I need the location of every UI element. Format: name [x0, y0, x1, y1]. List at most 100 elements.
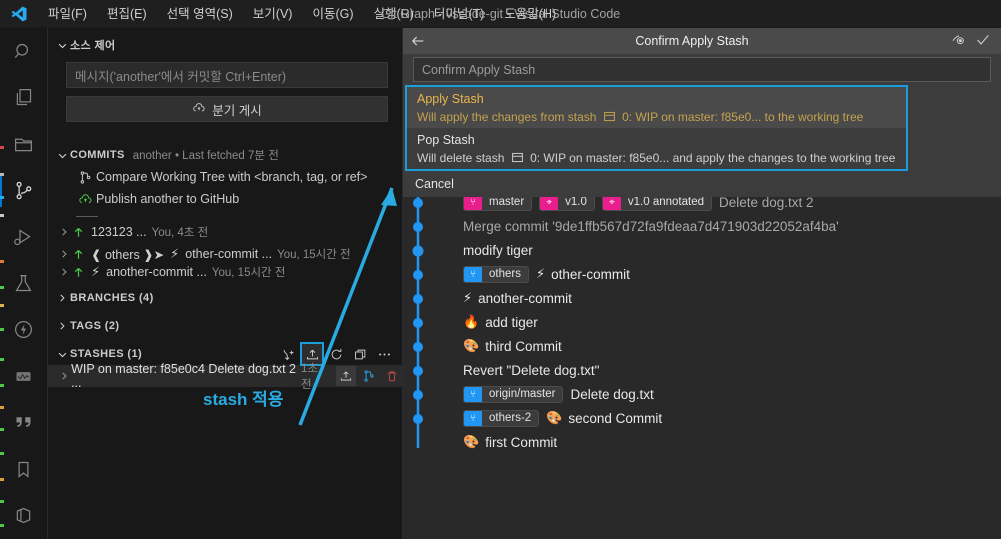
quickpick-option-detail-after: 0: WIP on master: f85e0... and apply the…	[530, 151, 896, 165]
menu-item-go[interactable]: 이동(G)	[302, 3, 363, 25]
commit-row[interactable]: Merge commit '9de1ffb567d72fa9fdeaa7d471…	[463, 214, 839, 238]
commit-row[interactable]: ⑂ others-2 🎨 second Commit	[463, 406, 662, 430]
fire-emoji: 🔥	[463, 314, 480, 329]
search-icon[interactable]	[0, 28, 48, 74]
folder-icon[interactable]	[0, 121, 48, 167]
menu-item-edit[interactable]: 편집(E)	[97, 3, 157, 25]
section-header-tags[interactable]: TAGS (2)	[48, 315, 402, 337]
stash-box-icon	[603, 110, 616, 128]
commit-row[interactable]: ⚡ another-commit	[463, 286, 572, 310]
menu-item-run[interactable]: 실행(R)	[364, 3, 424, 25]
quickpick-option-detail-before: Will apply the changes from stash	[417, 110, 597, 124]
commit-entry-1-meta: You, 15시간 전	[277, 249, 351, 261]
quickpick-cancel-label: Cancel	[415, 177, 454, 191]
section-header-branches[interactable]: BRANCHES (4)	[48, 287, 402, 309]
testing-flask-icon[interactable]	[0, 260, 48, 306]
ref-chip[interactable]: ⑂ others	[463, 265, 529, 283]
section-title-stashes: STASHES (1)	[70, 348, 143, 360]
more-actions-icon[interactable]	[374, 344, 394, 364]
arrow-up-icon	[72, 248, 85, 261]
commit-entry-0-meta: You, 4초 전	[151, 227, 209, 239]
vscode-logo-icon	[0, 5, 38, 23]
commit-row[interactable]: 🎨 first Commit	[463, 430, 557, 454]
delete-stash-icon[interactable]	[382, 366, 402, 386]
commit-row[interactable]: 🎨 third Commit	[463, 334, 562, 358]
ref-chip[interactable]: ⑂ others-2	[463, 409, 540, 427]
chevron-right-icon[interactable]	[56, 227, 72, 237]
bookmark-icon[interactable]	[0, 446, 48, 492]
publish-branch-button[interactable]: 분기 게시	[66, 96, 388, 122]
stash-box-icon	[511, 151, 524, 169]
menu-item-file[interactable]: 파일(F)	[38, 3, 97, 25]
stash-list-item-time: 1초 전	[301, 363, 319, 391]
quickpick-option-pop-stash[interactable]: Pop Stash Will delete stash 0: WIP on ma…	[407, 128, 906, 169]
quickpick-input[interactable]: Confirm Apply Stash	[413, 57, 991, 82]
section-header-commits[interactable]: COMMITS another • Last fetched 7분 전	[48, 144, 402, 166]
copy-files-icon[interactable]	[0, 74, 48, 120]
menu-item-selection[interactable]: 선택 영역(S)	[157, 3, 243, 25]
action-publish-to-github[interactable]: Publish another to GitHub	[48, 188, 402, 210]
stashes-toolbar	[278, 342, 394, 366]
commit-message: Merge commit '9de1ffb567d72fa9fdeaa7d471…	[463, 218, 839, 234]
lightning-emoji: ⚡	[535, 266, 546, 281]
section-title-branches: BRANCHES (4)	[70, 292, 154, 304]
chevron-down-icon	[54, 349, 70, 360]
check-icon[interactable]	[975, 32, 991, 51]
create-stash-icon[interactable]	[278, 344, 298, 364]
section-header-source-control[interactable]: 소스 제어	[48, 34, 402, 56]
menu-item-terminal[interactable]: 터미널(T)	[424, 3, 494, 25]
title-bar: 파일(F) 편집(E) 선택 영역(S) 보기(V) 이동(G) 실행(R) 터…	[0, 0, 1001, 28]
commit-message-input[interactable]: 메시지('another'에서 커밋할 Ctrl+Enter)	[66, 62, 388, 88]
commit-row[interactable]: modify tiger	[463, 238, 533, 262]
quickpick-option-apply-stash[interactable]: Apply Stash Will apply the changes from …	[407, 87, 906, 128]
commit-message: first Commit	[485, 434, 558, 450]
menu-bar[interactable]: 파일(F) 편집(E) 선택 영역(S) 보기(V) 이동(G) 실행(R) 터…	[38, 3, 566, 25]
publish-branch-label: 분기 게시	[212, 103, 262, 118]
branch-icon: ⑂	[464, 410, 482, 426]
quote-icon[interactable]	[0, 400, 48, 446]
commit-row[interactable]: Revert "Delete dog.txt"	[463, 358, 599, 382]
compare-stash-icon[interactable]	[359, 366, 379, 386]
apply-stash-icon[interactable]	[336, 366, 357, 386]
arrow-up-icon	[72, 266, 85, 279]
chevron-right-icon[interactable]	[56, 249, 72, 259]
arrow-left-icon[interactable]	[403, 33, 433, 49]
visibility-eye-icon[interactable]	[951, 32, 967, 51]
chevron-right-icon[interactable]	[56, 267, 72, 277]
divider	[76, 216, 98, 217]
commit-entry-0[interactable]: 123123 ... You, 4초 전	[48, 221, 402, 243]
action-publish-to-github-label: Publish another to GitHub	[96, 192, 240, 206]
quickpick-option-cancel[interactable]: Cancel	[405, 173, 908, 195]
palette-emoji: 🎨	[463, 434, 480, 449]
quickpick-input-placeholder: Confirm Apply Stash	[422, 62, 536, 77]
ref-chip-label: others	[489, 268, 521, 280]
commit-row[interactable]: ⑂ origin/master Delete dog.txt	[463, 382, 654, 406]
action-compare-working-tree[interactable]: Compare Working Tree with <branch, tag, …	[48, 166, 402, 188]
lightning-circle-icon[interactable]	[0, 307, 48, 353]
commit-message-placeholder: 메시지('another'에서 커밋할 Ctrl+Enter)	[75, 69, 287, 84]
run-and-debug-icon[interactable]	[0, 214, 48, 260]
cube-icon[interactable]	[0, 493, 48, 539]
ref-chip[interactable]: ⑂ origin/master	[463, 385, 564, 403]
quickpick-title: Confirm Apply Stash	[635, 34, 749, 48]
commit-row[interactable]: ⑂ others ⚡ other-commit	[463, 262, 630, 286]
graph-card-icon[interactable]	[0, 353, 48, 399]
commit-entry-1[interactable]: ❰ others ❱➤ ⚡ other-commit ... You, 15시간…	[48, 243, 402, 265]
ref-chip-label: origin/master	[489, 388, 556, 400]
chevron-right-icon[interactable]	[56, 371, 71, 381]
commit-message: modify tiger	[463, 242, 533, 258]
sidebar-item-source-control[interactable]	[0, 167, 48, 213]
commit-entry-2[interactable]: ⚡ another-commit ... You, 15시간 전	[48, 265, 402, 279]
ref-chip-label: others-2	[489, 412, 532, 424]
split-editor-icon[interactable]	[350, 344, 370, 364]
menu-item-view[interactable]: 보기(V)	[243, 3, 303, 25]
ref-chip-label: v1.0 annotated	[627, 196, 704, 208]
menu-item-help[interactable]: 도움말(H)	[494, 3, 566, 25]
chevron-down-icon	[54, 150, 70, 161]
commit-message: second Commit	[568, 410, 663, 426]
stash-list-item[interactable]: WIP on master: f85e0c4 Delete dog.txt 2 …	[48, 362, 402, 391]
commit-row[interactable]: 🔥 add tiger	[463, 310, 538, 334]
ref-chip-label: master	[489, 196, 525, 208]
commit-message: another-commit	[478, 290, 572, 306]
lightning-emoji: ⚡	[463, 290, 473, 305]
